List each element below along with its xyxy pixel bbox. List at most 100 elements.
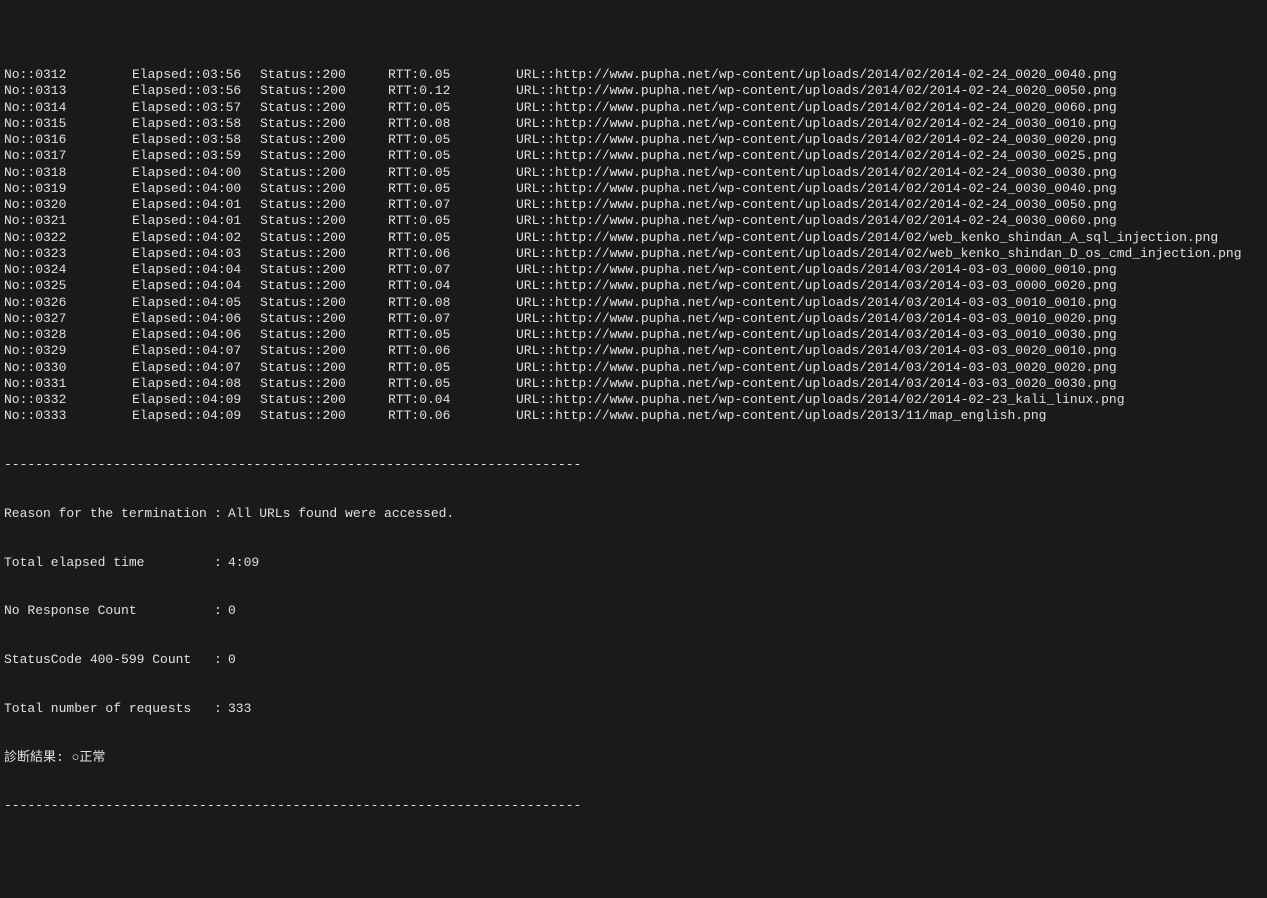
col-rtt: RTT:0.07 xyxy=(388,197,516,213)
summary-value: 4:09 xyxy=(228,555,259,570)
col-status: Status::200 xyxy=(260,376,388,392)
col-rtt: RTT:0.05 xyxy=(388,67,516,83)
col-no: No::0318 xyxy=(4,165,132,181)
col-status: Status::200 xyxy=(260,116,388,132)
col-elapsed: Elapsed::03:59 xyxy=(132,148,260,164)
col-rtt: RTT:0.07 xyxy=(388,311,516,327)
col-status: Status::200 xyxy=(260,67,388,83)
col-no: No::0314 xyxy=(4,100,132,116)
col-elapsed: Elapsed::04:04 xyxy=(132,278,260,294)
log-row: No::0314Elapsed::03:57Status::200RTT:0.0… xyxy=(4,100,1263,116)
log-row: No::0313Elapsed::03:56Status::200RTT:0.1… xyxy=(4,83,1263,99)
col-status: Status::200 xyxy=(260,311,388,327)
col-elapsed: Elapsed::04:02 xyxy=(132,230,260,246)
log-row: No::0331Elapsed::04:08Status::200RTT:0.0… xyxy=(4,376,1263,392)
col-status: Status::200 xyxy=(260,181,388,197)
summary-label: Reason for the termination xyxy=(4,506,214,522)
log-row: No::0330Elapsed::04:07Status::200RTT:0.0… xyxy=(4,360,1263,376)
col-no: No::0331 xyxy=(4,376,132,392)
col-rtt: RTT:0.08 xyxy=(388,295,516,311)
col-url: URL::http://www.pupha.net/wp-content/upl… xyxy=(516,295,1117,311)
col-rtt: RTT:0.06 xyxy=(388,246,516,262)
col-status: Status::200 xyxy=(260,197,388,213)
col-elapsed: Elapsed::04:04 xyxy=(132,262,260,278)
col-url: URL::http://www.pupha.net/wp-content/upl… xyxy=(516,230,1218,246)
col-rtt: RTT:0.05 xyxy=(388,148,516,164)
col-status: Status::200 xyxy=(260,295,388,311)
col-rtt: RTT:0.05 xyxy=(388,230,516,246)
col-url: URL::http://www.pupha.net/wp-content/upl… xyxy=(516,116,1117,132)
col-no: No::0324 xyxy=(4,262,132,278)
col-elapsed: Elapsed::04:09 xyxy=(132,392,260,408)
col-no: No::0317 xyxy=(4,148,132,164)
col-elapsed: Elapsed::04:00 xyxy=(132,181,260,197)
summary-sep: : xyxy=(214,603,228,619)
log-row: No::0333Elapsed::04:09Status::200RTT:0.0… xyxy=(4,408,1263,424)
col-elapsed: Elapsed::04:06 xyxy=(132,311,260,327)
col-no: No::0322 xyxy=(4,230,132,246)
col-no: No::0332 xyxy=(4,392,132,408)
col-status: Status::200 xyxy=(260,132,388,148)
col-status: Status::200 xyxy=(260,360,388,376)
col-elapsed: Elapsed::04:03 xyxy=(132,246,260,262)
log-row: No::0326Elapsed::04:05Status::200RTT:0.0… xyxy=(4,295,1263,311)
col-elapsed: Elapsed::03:56 xyxy=(132,67,260,83)
col-url: URL::http://www.pupha.net/wp-content/upl… xyxy=(516,392,1125,408)
log-row: No::0316Elapsed::03:58Status::200RTT:0.0… xyxy=(4,132,1263,148)
col-no: No::0325 xyxy=(4,278,132,294)
summary-value: 0 xyxy=(228,603,236,618)
col-no: No::0312 xyxy=(4,67,132,83)
col-status: Status::200 xyxy=(260,165,388,181)
col-status: Status::200 xyxy=(260,213,388,229)
col-no: No::0333 xyxy=(4,408,132,424)
divider-line: ----------------------------------------… xyxy=(4,457,1263,473)
col-elapsed: Elapsed::04:01 xyxy=(132,213,260,229)
col-no: No::0330 xyxy=(4,360,132,376)
col-url: URL::http://www.pupha.net/wp-content/upl… xyxy=(516,311,1117,327)
log-row: No::0324Elapsed::04:04Status::200RTT:0.0… xyxy=(4,262,1263,278)
col-url: URL::http://www.pupha.net/wp-content/upl… xyxy=(516,278,1117,294)
summary-label: StatusCode 400-599 Count xyxy=(4,652,214,668)
col-no: No::0323 xyxy=(4,246,132,262)
col-elapsed: Elapsed::04:07 xyxy=(132,360,260,376)
log-row: No::0319Elapsed::04:00Status::200RTT:0.0… xyxy=(4,181,1263,197)
col-no: No::0313 xyxy=(4,83,132,99)
col-status: Status::200 xyxy=(260,230,388,246)
col-elapsed: Elapsed::04:05 xyxy=(132,295,260,311)
col-rtt: RTT:0.04 xyxy=(388,278,516,294)
summary-status4xx: StatusCode 400-599 Count: 0 xyxy=(4,652,1263,668)
col-url: URL::http://www.pupha.net/wp-content/upl… xyxy=(516,148,1117,164)
col-rtt: RTT:0.12 xyxy=(388,83,516,99)
log-row: No::0327Elapsed::04:06Status::200RTT:0.0… xyxy=(4,311,1263,327)
col-status: Status::200 xyxy=(260,148,388,164)
log-row: No::0322Elapsed::04:02Status::200RTT:0.0… xyxy=(4,230,1263,246)
log-row: No::0321Elapsed::04:01Status::200RTT:0.0… xyxy=(4,213,1263,229)
col-rtt: RTT:0.06 xyxy=(388,343,516,359)
col-rtt: RTT:0.05 xyxy=(388,165,516,181)
col-no: No::0329 xyxy=(4,343,132,359)
col-rtt: RTT:0.05 xyxy=(388,181,516,197)
col-elapsed: Elapsed::04:09 xyxy=(132,408,260,424)
col-status: Status::200 xyxy=(260,392,388,408)
col-no: No::0319 xyxy=(4,181,132,197)
col-no: No::0326 xyxy=(4,295,132,311)
col-elapsed: Elapsed::03:58 xyxy=(132,116,260,132)
col-status: Status::200 xyxy=(260,83,388,99)
log-row: No::0317Elapsed::03:59Status::200RTT:0.0… xyxy=(4,148,1263,164)
log-row: No::0329Elapsed::04:07Status::200RTT:0.0… xyxy=(4,343,1263,359)
col-no: No::0320 xyxy=(4,197,132,213)
col-rtt: RTT:0.05 xyxy=(388,376,516,392)
terminal-output: No::0312Elapsed::03:56Status::200RTT:0.0… xyxy=(4,67,1263,425)
col-url: URL::http://www.pupha.net/wp-content/upl… xyxy=(516,408,1047,424)
log-row: No::0315Elapsed::03:58Status::200RTT:0.0… xyxy=(4,116,1263,132)
log-row: No::0318Elapsed::04:00Status::200RTT:0.0… xyxy=(4,165,1263,181)
result-label: 診断結果: xyxy=(4,750,64,765)
col-no: No::0316 xyxy=(4,132,132,148)
col-status: Status::200 xyxy=(260,408,388,424)
summary-reason: Reason for the termination: All URLs fou… xyxy=(4,506,1263,522)
result-value: ○正常 xyxy=(72,750,106,765)
col-url: URL::http://www.pupha.net/wp-content/upl… xyxy=(516,100,1117,116)
col-status: Status::200 xyxy=(260,246,388,262)
log-row: No::0325Elapsed::04:04Status::200RTT:0.0… xyxy=(4,278,1263,294)
col-rtt: RTT:0.06 xyxy=(388,408,516,424)
